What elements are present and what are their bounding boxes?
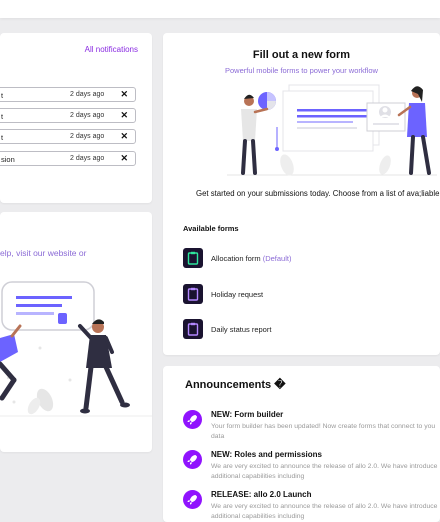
form-name: Holiday request [211,290,264,299]
notification-time: 2 days ago [70,112,105,119]
form-name: Daily status report [211,325,272,334]
workflow-illustration [227,84,437,176]
all-notifications-link[interactable]: All notifications [85,45,138,54]
close-icon[interactable]: ✕ [120,131,128,142]
announcement-heading: NEW: Form builder [211,410,284,419]
clipboard-icon [183,284,203,304]
clipboard-icon [183,319,203,339]
notification-row[interactable]: t 2 days ago ✕ [0,108,136,123]
announcement-body: Your form builder has been updated! Now … [211,423,436,440]
notification-title: t [1,112,4,121]
form-panel-subtitle: Powerful mobile forms to power your work… [225,66,378,75]
notification-title: sion [1,155,15,164]
rocket-icon [183,490,202,509]
announcements-card: Announcements � NEW: Form builder Your f… [163,366,440,522]
pie-chart-icon [258,92,276,110]
notification-title: t [1,133,4,142]
rocket-icon [183,410,202,429]
announcement-heading: NEW: Roles and permissions [211,450,322,459]
notifications-card: All notifications t 2 days ago ✕ t 2 day… [0,33,152,203]
form-panel-description: Get started on your submissions today. C… [196,189,440,198]
close-icon[interactable]: ✕ [120,110,128,121]
help-card: elp, visit our website or [0,212,152,452]
close-icon[interactable]: ✕ [120,89,128,100]
notification-time: 2 days ago [70,155,105,162]
notification-row[interactable]: sion 2 days ago ✕ [0,151,136,166]
new-form-card: Fill out a new form Powerful mobile form… [163,33,440,355]
notification-row[interactable]: t 2 days ago ✕ [0,87,136,102]
top-bar [0,0,440,18]
available-forms-label: Available forms [183,224,239,233]
rocket-icon [183,450,202,469]
document-stack [282,84,380,152]
announcement-heading: RELEASE: allo 2.0 Launch [211,490,312,499]
close-icon[interactable]: ✕ [120,153,128,164]
notification-time: 2 days ago [70,91,105,98]
notification-title: t [1,91,4,100]
help-text[interactable]: elp, visit our website or [0,248,86,258]
notification-row[interactable]: t 2 days ago ✕ [0,129,136,144]
help-illustration [0,281,152,417]
person-figure-right [78,319,130,414]
announcements-title: Announcements � [185,379,286,391]
decorative-leaf [27,388,54,415]
form-name: Allocation form [211,254,261,263]
form-panel-title: Fill out a new form [252,49,351,61]
default-tag: (Default) [262,254,292,263]
chat-bubble [1,281,95,331]
announcement-body: We are very excited to announce the rele… [211,503,438,520]
clipboard-icon [183,248,203,268]
notification-time: 2 days ago [70,133,105,140]
announcement-body: We are very excited to announce the rele… [211,463,438,480]
profile-card [366,102,406,132]
person-figure-left [0,324,22,401]
